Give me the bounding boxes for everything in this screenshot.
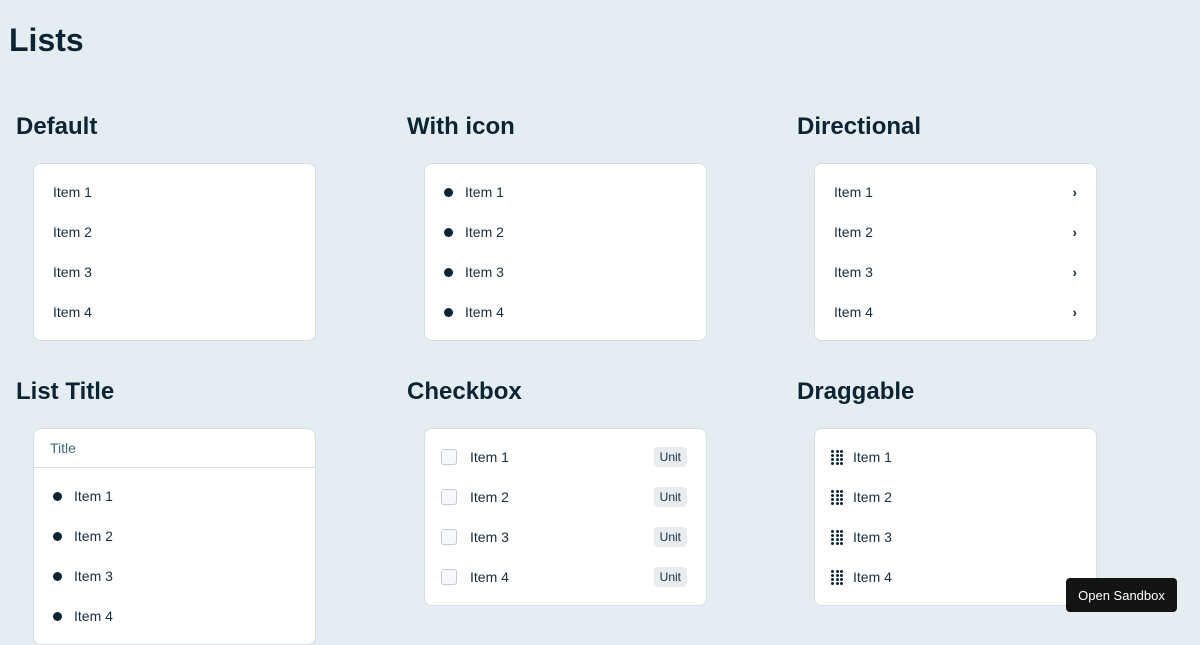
unit-badge: Unit xyxy=(654,527,687,547)
section-title: Default xyxy=(16,113,97,141)
list-item[interactable]: Item 3 xyxy=(34,556,315,596)
item-label: Item 2 xyxy=(465,224,504,240)
item-label: Item 3 xyxy=(74,568,113,584)
bullet-icon xyxy=(53,572,62,581)
chevron-right-icon: › xyxy=(1072,184,1077,200)
list-item[interactable]: Item 1 xyxy=(815,437,1096,477)
list-item[interactable]: Item 2 xyxy=(34,516,315,556)
item-label: Item 2 xyxy=(470,489,509,505)
list-item[interactable]: Item 1 Unit xyxy=(425,437,706,477)
item-label: Item 1 xyxy=(470,449,509,465)
list-item[interactable]: Item 1 xyxy=(34,476,315,516)
item-label: Item 1 xyxy=(53,184,92,200)
item-label: Item 1 xyxy=(74,488,113,504)
unit-badge: Unit xyxy=(654,567,687,587)
item-label: Item 1 xyxy=(465,184,504,200)
item-label: Item 2 xyxy=(834,224,873,240)
list-item[interactable]: Item 4 xyxy=(425,292,706,332)
section-title: List Title xyxy=(16,378,114,406)
list-item[interactable]: Item 3 xyxy=(815,517,1096,557)
item-label: Item 2 xyxy=(53,224,92,240)
list-item[interactable]: Item 3 › xyxy=(815,252,1096,292)
chevron-right-icon: › xyxy=(1072,304,1077,320)
draggable-list: Item 1 Item 2 Item 3 Item 4 xyxy=(814,428,1097,606)
item-label: Item 4 xyxy=(53,304,92,320)
item-label: Item 3 xyxy=(465,264,504,280)
bullet-icon xyxy=(53,532,62,541)
drag-handle-icon[interactable] xyxy=(831,570,843,585)
item-label: Item 1 xyxy=(834,184,873,200)
checkbox[interactable] xyxy=(441,529,457,545)
list-item[interactable]: Item 4 xyxy=(815,557,1096,597)
unit-badge: Unit xyxy=(654,447,687,467)
list-item[interactable]: Item 3 xyxy=(34,252,315,292)
list-item[interactable]: Item 2 Unit xyxy=(425,477,706,517)
list-heading: Title xyxy=(34,429,315,468)
chevron-right-icon: › xyxy=(1072,264,1077,280)
list-item[interactable]: Item 2 xyxy=(34,212,315,252)
list-item[interactable]: Item 3 xyxy=(425,252,706,292)
bullet-icon xyxy=(53,612,62,621)
item-label: Item 2 xyxy=(74,528,113,544)
list-item[interactable]: Item 2 › xyxy=(815,212,1096,252)
list-item[interactable]: Item 4 xyxy=(34,596,315,636)
item-label: Item 1 xyxy=(853,449,892,465)
section-title: Checkbox xyxy=(407,378,522,406)
item-label: Item 4 xyxy=(470,569,509,585)
checkbox[interactable] xyxy=(441,489,457,505)
chevron-right-icon: › xyxy=(1072,224,1077,240)
item-label: Item 3 xyxy=(834,264,873,280)
item-label: Item 4 xyxy=(834,304,873,320)
bullet-icon xyxy=(444,188,453,197)
open-sandbox-button[interactable]: Open Sandbox xyxy=(1066,578,1177,612)
checkbox[interactable] xyxy=(441,569,457,585)
list-item[interactable]: Item 4 › xyxy=(815,292,1096,332)
titled-list: Title Item 1 Item 2 Item 3 Item 4 xyxy=(33,428,316,645)
item-label: Item 4 xyxy=(465,304,504,320)
page-title: Lists xyxy=(9,22,84,59)
list-item[interactable]: Item 1 xyxy=(425,172,706,212)
checkbox[interactable] xyxy=(441,449,457,465)
drag-handle-icon[interactable] xyxy=(831,450,843,465)
checkbox-list: Item 1 Unit Item 2 Unit Item 3 Unit Item 4 U… xyxy=(424,428,707,606)
icon-list: Item 1 Item 2 Item 3 Item 4 xyxy=(424,163,707,341)
drag-handle-icon[interactable] xyxy=(831,530,843,545)
item-label: Item 3 xyxy=(470,529,509,545)
bullet-icon xyxy=(444,268,453,277)
drag-handle-icon[interactable] xyxy=(831,490,843,505)
list-item[interactable]: Item 4 Unit xyxy=(425,557,706,597)
list-item[interactable]: Item 1 xyxy=(34,172,315,212)
list-item[interactable]: Item 4 xyxy=(34,292,315,332)
item-label: Item 4 xyxy=(74,608,113,624)
bullet-icon xyxy=(53,492,62,501)
item-label: Item 3 xyxy=(853,529,892,545)
section-title: With icon xyxy=(407,113,515,141)
item-label: Item 3 xyxy=(53,264,92,280)
default-list: Item 1 Item 2 Item 3 Item 4 xyxy=(33,163,316,341)
directional-list: Item 1 › Item 2 › Item 3 › Item 4 › xyxy=(814,163,1097,341)
list-item[interactable]: Item 2 xyxy=(425,212,706,252)
list-item[interactable]: Item 3 Unit xyxy=(425,517,706,557)
unit-badge: Unit xyxy=(654,487,687,507)
bullet-icon xyxy=(444,228,453,237)
section-title: Directional xyxy=(797,113,921,141)
section-title: Draggable xyxy=(797,378,914,406)
item-label: Item 2 xyxy=(853,489,892,505)
list-item[interactable]: Item 2 xyxy=(815,477,1096,517)
bullet-icon xyxy=(444,308,453,317)
list-item[interactable]: Item 1 › xyxy=(815,172,1096,212)
item-label: Item 4 xyxy=(853,569,892,585)
